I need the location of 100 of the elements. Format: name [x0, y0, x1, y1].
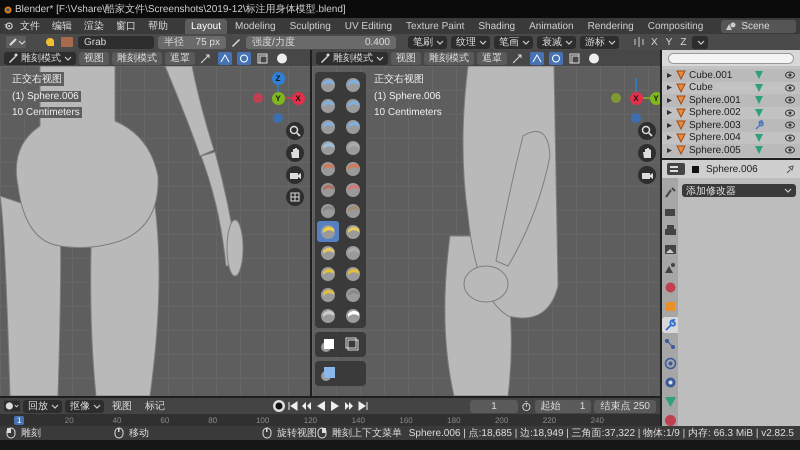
symmetry-icon[interactable] — [633, 36, 645, 48]
pen-pressure-icon[interactable] — [230, 36, 242, 48]
filter-field[interactable] — [668, 52, 794, 64]
options-dropdown[interactable] — [692, 36, 708, 48]
record-icon[interactable] — [273, 400, 286, 412]
properties-tab[interactable] — [662, 260, 678, 276]
eye-icon[interactable] — [785, 108, 795, 117]
brush-icon[interactable] — [320, 98, 336, 114]
brush-icon[interactable] — [345, 118, 361, 134]
play-icon[interactable] — [329, 400, 342, 412]
solid-shading-icon[interactable] — [587, 52, 601, 64]
xray-icon[interactable] — [568, 52, 582, 64]
axis-handle[interactable]: X — [630, 92, 642, 104]
outliner-item[interactable]: Sphere.002 — [689, 107, 751, 118]
workspace-tab[interactable]: Layout — [185, 18, 228, 34]
workspace-tab[interactable]: Rendering — [582, 18, 640, 34]
axis-toggle[interactable]: X — [649, 36, 660, 48]
header-menu[interactable]: 遮罩 — [477, 52, 507, 64]
previous-keyframe-icon[interactable] — [301, 400, 314, 412]
menu-dropdown[interactable]: 回放 — [23, 400, 62, 412]
strength-field[interactable]: 强度/力度 0.400 — [246, 36, 396, 48]
editor-type-icon[interactable] — [667, 163, 685, 175]
workspace-tab[interactable]: Modeling — [229, 18, 282, 34]
header-menu[interactable]: 雕刻模式 — [112, 52, 162, 64]
brush-icon[interactable] — [345, 76, 361, 92]
workspace-tab[interactable]: Animation — [523, 18, 580, 34]
brush-icon[interactable] — [320, 286, 336, 302]
axis-toggle[interactable]: Z — [678, 36, 688, 48]
workspace-tab[interactable]: Texture Paint — [400, 18, 470, 34]
axis-handle[interactable]: Y — [650, 92, 660, 104]
gizmo-icon[interactable] — [530, 52, 544, 64]
start-frame-field[interactable]: 起始 1 — [534, 400, 592, 412]
zoom-icon[interactable] — [289, 125, 301, 137]
brush-icon[interactable] — [345, 244, 361, 260]
brush-icon[interactable] — [345, 140, 361, 156]
box-mask-icon[interactable] — [320, 336, 336, 352]
workspace-tab[interactable]: UV Editing — [338, 18, 398, 34]
axis-handle[interactable]: Z — [272, 72, 284, 84]
blender-logo-icon[interactable] — [4, 20, 14, 32]
jump-end-icon[interactable] — [357, 400, 370, 412]
brush-icon[interactable] — [320, 76, 336, 92]
workspace-tab[interactable]: Shading — [472, 18, 522, 34]
jump-start-icon[interactable] — [287, 400, 300, 412]
axis-toggle[interactable]: Y — [664, 36, 674, 48]
brush-icon[interactable] — [320, 308, 336, 324]
brush-icon[interactable] — [320, 266, 336, 282]
header-menu[interactable]: 视图 — [107, 399, 138, 413]
brush-icon[interactable] — [345, 98, 361, 114]
menu-item[interactable]: 文件 — [15, 19, 46, 33]
brush-icon[interactable] — [320, 244, 336, 260]
workspace-tab[interactable]: Compositing — [642, 18, 710, 34]
box-hide-icon[interactable] — [320, 366, 336, 382]
menu-item[interactable]: 编辑 — [47, 19, 78, 33]
eye-icon[interactable] — [785, 84, 795, 92]
menu-dropdown[interactable]: 笔画 — [494, 36, 533, 48]
overlay-icon[interactable] — [237, 52, 251, 64]
eye-icon[interactable] — [785, 134, 795, 142]
next-keyframe-icon[interactable] — [343, 400, 356, 412]
menu-dropdown[interactable]: 笔刷 — [408, 36, 447, 48]
menu-item[interactable]: 帮助 — [143, 19, 174, 33]
brush-icon[interactable] — [345, 266, 361, 282]
properties-tab[interactable] — [662, 222, 678, 238]
eye-icon[interactable] — [785, 146, 795, 154]
menu-dropdown[interactable]: 抠像 — [65, 400, 104, 412]
pin-icon[interactable] — [785, 164, 795, 174]
end-frame-field[interactable]: 结束点 250 — [594, 400, 656, 412]
outliner-item[interactable]: Cube — [689, 82, 751, 94]
eye-icon[interactable] — [785, 121, 795, 130]
grid-icon[interactable] — [289, 191, 301, 203]
stopwatch-icon[interactable] — [520, 400, 532, 412]
header-menu[interactable]: 视图 — [391, 52, 421, 64]
brush-icon[interactable] — [320, 140, 336, 156]
mode-dropdown[interactable]: 雕刻模式 — [4, 52, 76, 64]
brush-tool-icon[interactable] — [6, 36, 26, 48]
current-frame-field[interactable]: 1 — [470, 400, 518, 412]
solid-shading-icon[interactable] — [275, 52, 289, 64]
axis-handle[interactable]: Y — [272, 92, 284, 104]
properties-tab[interactable] — [662, 355, 678, 371]
outliner-item[interactable]: Sphere.004 — [689, 132, 751, 144]
mode-dropdown[interactable]: 雕刻模式 — [316, 52, 388, 64]
radius-field[interactable]: 半径 75 px — [158, 36, 226, 48]
overlay-icon[interactable] — [549, 52, 563, 64]
menu-dropdown[interactable]: 纹理 — [451, 36, 490, 48]
xray-icon[interactable] — [256, 52, 270, 64]
workspace-tab[interactable]: Sculpting — [284, 18, 337, 34]
scene-selector[interactable]: Scene — [721, 20, 796, 32]
zoom-icon[interactable] — [641, 125, 653, 137]
menu-dropdown[interactable]: 衰减 — [537, 36, 576, 48]
axis-handle[interactable]: X — [292, 92, 304, 104]
properties-tab[interactable] — [662, 336, 678, 352]
brush-icon[interactable] — [320, 118, 336, 134]
header-menu[interactable]: 视图 — [79, 52, 109, 64]
brush-name-field[interactable]: Grab — [78, 36, 154, 48]
box-mask-icon[interactable] — [345, 336, 361, 352]
header-menu[interactable]: 标记 — [140, 399, 170, 413]
menu-item[interactable]: 窗口 — [111, 19, 142, 33]
menu-dropdown[interactable]: 游标 — [580, 36, 619, 48]
wrench-icon[interactable] — [754, 120, 764, 130]
eye-icon[interactable] — [785, 71, 795, 80]
play-reverse-icon[interactable] — [315, 400, 328, 412]
